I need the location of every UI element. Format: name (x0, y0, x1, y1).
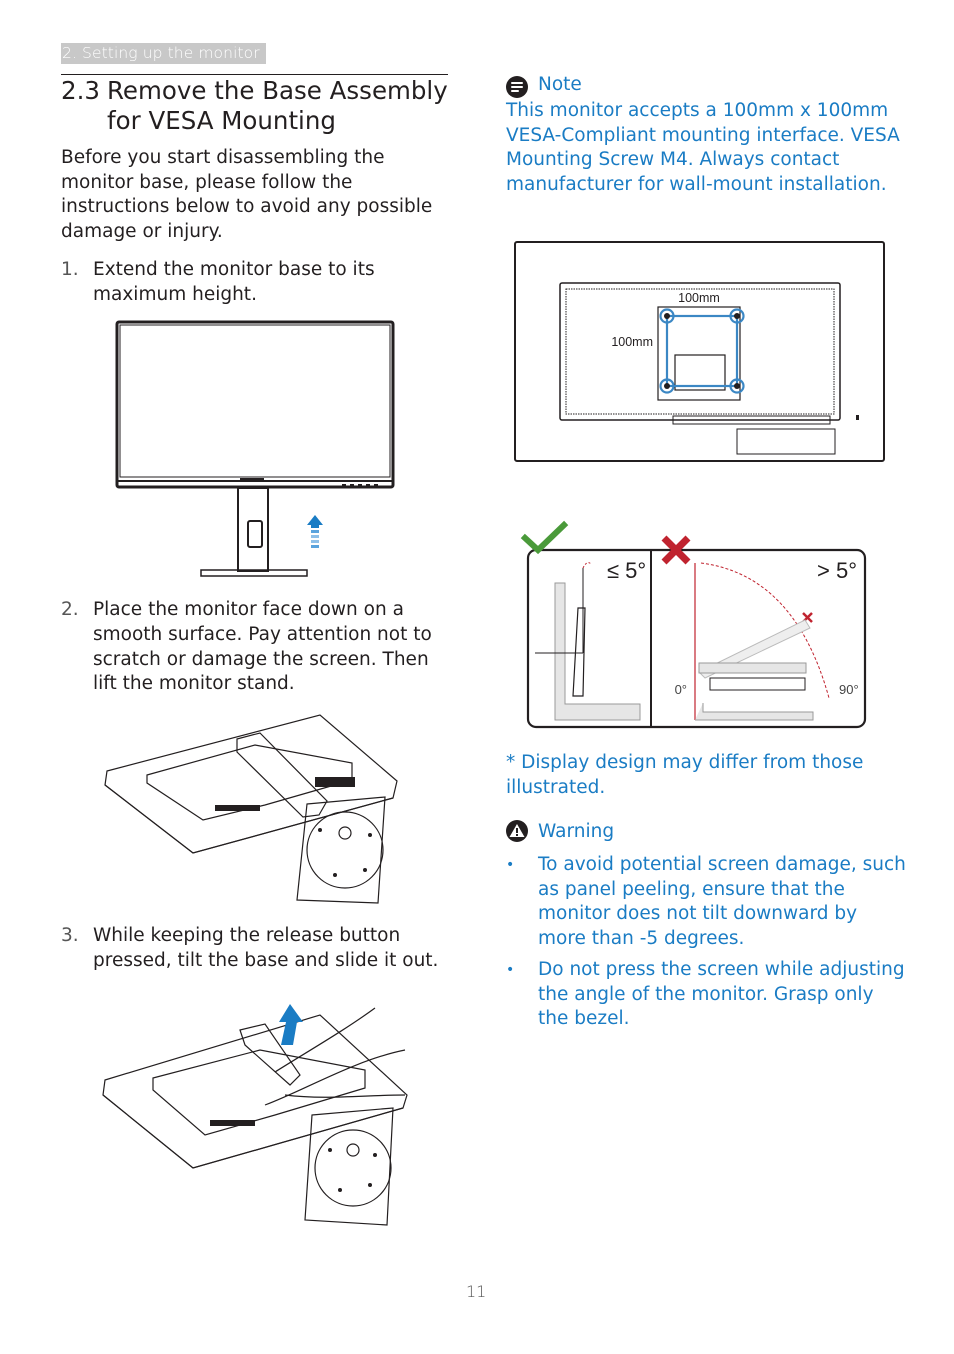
note-text: This monitor accepts a 100mm x 100mm VES… (506, 100, 900, 195)
step-number: 3. (61, 925, 79, 946)
bullet-text: To avoid potential screen damage, such a… (538, 854, 906, 949)
tilt-bad-label: > 5° (817, 558, 857, 583)
vesa-mount-illustration: 100mm 100mm (514, 241, 885, 462)
arrow-up-icon (307, 515, 323, 548)
warning-icon (506, 820, 528, 842)
release-button-slide-out-illustration (102, 1004, 408, 1226)
section-title: Remove the Base Assembly for VESA Mounti… (107, 76, 448, 135)
heading-rule (61, 74, 448, 75)
step-text: Place the monitor face down on a smooth … (93, 599, 432, 695)
page-number: 11 (466, 1282, 487, 1301)
step-text: Extend the monitor base to its maximum h… (93, 259, 375, 305)
note-title: Note (538, 74, 582, 95)
step-number: 1. (61, 259, 79, 280)
bullet-dot: • (506, 857, 515, 873)
angle-start-label: 0° (675, 682, 687, 697)
monitor-front-raised-illustration (115, 320, 395, 577)
step-number: 2. (61, 599, 79, 620)
section-breadcrumb: 2. Setting up the monitor (61, 43, 266, 64)
step-text: While keeping the release button pressed… (93, 925, 439, 971)
tilt-ok-label: ≤ 5° (607, 558, 646, 583)
monitor-face-down-stand-illustration (104, 714, 398, 904)
warning-title: Warning (538, 821, 615, 842)
note-icon (506, 76, 528, 98)
checkmark-icon (520, 520, 569, 555)
arrow-up-icon (279, 1004, 303, 1045)
tilt-angle-illustration: ≤ 5° 0° 90° > 5° (520, 520, 867, 729)
vesa-height-label: 100mm (611, 335, 653, 349)
intro-paragraph: Before you start disassembling the monit… (61, 147, 433, 242)
vesa-width-label: 100mm (678, 291, 720, 305)
bullet-dot: • (506, 962, 515, 978)
angle-end-label: 90° (839, 682, 859, 697)
vesa-square (659, 308, 745, 394)
section-number: 2.3 (61, 76, 100, 105)
bullet-text: Do not press the screen while adjusting … (538, 959, 905, 1030)
design-disclaimer: * Display design may differ from those i… (506, 752, 864, 798)
